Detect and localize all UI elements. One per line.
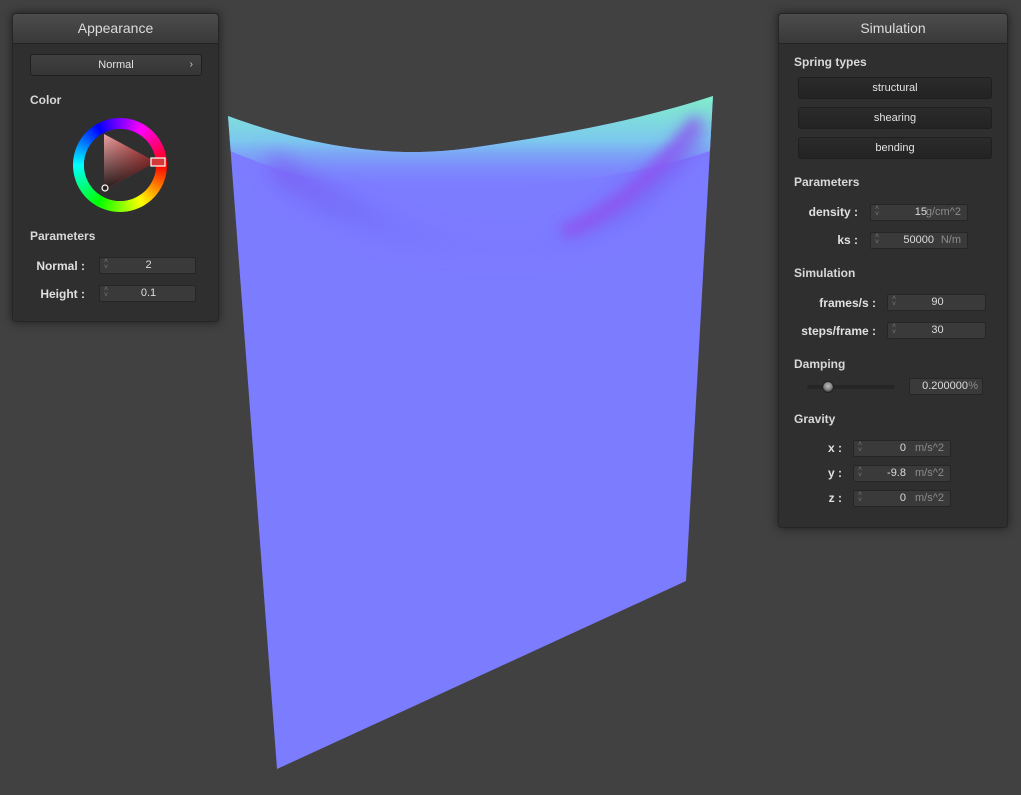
ks-label: ks : [837, 233, 858, 247]
damping-label: Damping [794, 357, 846, 371]
spring-types-label: Spring types [794, 55, 867, 69]
gravity-z-input[interactable]: ˄ ˅ 0 m/s^2 [853, 490, 951, 507]
steps-per-frame-input[interactable]: ˄ ˅ 30 [887, 322, 986, 339]
height-input[interactable]: ˄ ˅ 0.1 [99, 285, 196, 302]
density-unit: g/cm^2 [925, 206, 961, 218]
frames-per-second-input[interactable]: ˄ ˅ 90 [887, 294, 986, 311]
gravity-y-input[interactable]: ˄ ˅ -9.8 m/s^2 [853, 465, 951, 482]
spinner-arrows-icon[interactable]: ˄ ˅ [858, 491, 862, 504]
chevron-right-icon: › [189, 59, 193, 70]
gravity-label: Gravity [794, 412, 836, 426]
damping-slider-handle[interactable] [822, 381, 834, 393]
structural-button[interactable]: structural [798, 77, 992, 99]
height-value: 0.1 [140, 287, 157, 299]
gravity-z-label: z : [828, 491, 842, 505]
normal-value: 2 [145, 259, 152, 271]
gravity-x-label: x : [827, 441, 842, 455]
steps-per-frame-value: 30 [931, 324, 944, 336]
simulation-panel-title: Simulation [779, 14, 1007, 44]
shearing-button[interactable]: shearing [798, 107, 992, 129]
damping-slider[interactable] [807, 381, 895, 393]
sim-parameters-label: Parameters [794, 175, 860, 189]
damping-value: 0.200000 [922, 380, 968, 392]
shader-select-value: Normal [98, 59, 134, 71]
normal-label: Normal : [36, 259, 85, 273]
density-label: density : [808, 205, 858, 219]
shader-select[interactable]: Normal › [30, 54, 202, 76]
appearance-panel-title: Appearance [13, 14, 218, 44]
gravity-x-value: 0 [899, 442, 906, 454]
damping-input[interactable]: 0.200000 % [909, 378, 983, 395]
color-section-label: Color [30, 93, 62, 107]
height-label: Height : [40, 287, 85, 301]
normal-input[interactable]: ˄ ˅ 2 [99, 257, 196, 274]
ks-input[interactable]: ˄ ˅ 50000 N/m [870, 232, 968, 249]
spinner-arrows-icon[interactable]: ˄ ˅ [858, 441, 862, 454]
ks-value: 50000 [903, 234, 934, 246]
color-wheel-icon[interactable] [73, 118, 167, 212]
spinner-arrows-icon[interactable]: ˄ ˅ [875, 233, 879, 246]
cloth-mesh [228, 96, 713, 769]
appearance-parameters-label: Parameters [30, 229, 96, 243]
simulation-panel: Simulation Spring types structural shear… [778, 13, 1008, 528]
gravity-x-input[interactable]: ˄ ˅ 0 m/s^2 [853, 440, 951, 457]
gravity-y-label: y : [827, 466, 842, 480]
frames-per-second-label: frames/s : [819, 296, 876, 310]
gravity-z-value: 0 [899, 492, 906, 504]
gravity-y-unit: m/s^2 [915, 467, 944, 479]
damping-unit: % [968, 380, 978, 392]
spinner-arrows-icon[interactable]: ˄ ˅ [858, 466, 862, 479]
steps-per-frame-label: steps/frame : [801, 324, 876, 338]
gravity-z-unit: m/s^2 [915, 492, 944, 504]
appearance-panel: Appearance Normal › Color Parameters Nor… [12, 13, 219, 322]
spinner-arrows-icon[interactable]: ˄ ˅ [875, 205, 879, 218]
bending-button[interactable]: bending [798, 137, 992, 159]
density-input[interactable]: ˄ ˅ 15 g/cm^2 [870, 204, 968, 221]
frames-per-second-value: 90 [931, 296, 944, 308]
gravity-x-unit: m/s^2 [915, 442, 944, 454]
ks-unit: N/m [940, 234, 961, 246]
simulation-section-label: Simulation [794, 266, 856, 280]
gravity-y-value: -9.8 [887, 467, 906, 479]
